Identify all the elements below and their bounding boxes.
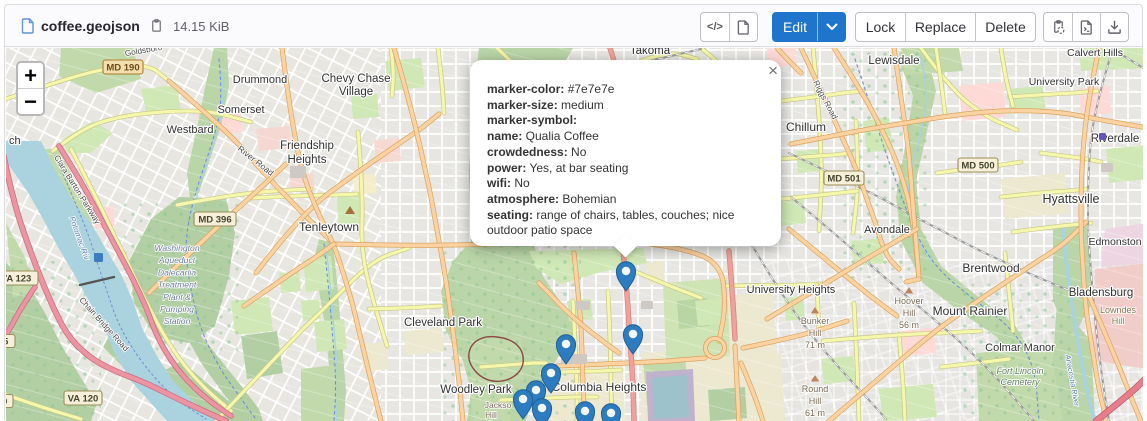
svg-text:MD 190: MD 190 (106, 62, 139, 73)
svg-text:Station: Station (164, 316, 191, 326)
svg-text:Hyattsville: Hyattsville (1043, 192, 1100, 206)
svg-text:Dalecarlia: Dalecarlia (158, 267, 196, 277)
svg-text:Bladensburg: Bladensburg (1069, 287, 1134, 299)
svg-text:Chevy Chase: Chevy Chase (321, 73, 390, 85)
svg-text:Hill: Hill (485, 410, 497, 420)
svg-text:Lewisdale: Lewisdale (868, 55, 919, 67)
svg-text:71 m: 71 m (805, 340, 825, 350)
svg-text:Columbia Heights: Columbia Heights (552, 380, 647, 394)
svg-text:Riverdale: Riverdale (1091, 133, 1140, 145)
svg-text:Fort Lincoln: Fort Lincoln (996, 366, 1043, 376)
svg-text:Bunker: Bunker (801, 316, 830, 326)
svg-text:19: 19 (6, 396, 7, 407)
svg-text:Village: Village (339, 86, 373, 98)
svg-text:University Heights: University Heights (747, 284, 836, 296)
svg-text:VA 120: VA 120 (68, 393, 99, 404)
svg-text:VA 123: VA 123 (6, 273, 31, 284)
svg-text:Round: Round (802, 384, 829, 394)
svg-text:MD 501: MD 501 (827, 173, 861, 184)
svg-text:Lowndes: Lowndes (1100, 305, 1137, 315)
svg-text:ch: ch (9, 135, 21, 147)
svg-text:Avondale: Avondale (864, 224, 910, 236)
svg-text:Heights: Heights (288, 154, 327, 166)
svg-text:MD 396: MD 396 (198, 214, 231, 225)
svg-text:Hoover: Hoover (894, 296, 923, 306)
svg-text:Takoma: Takoma (630, 48, 671, 57)
svg-text:Edmonston: Edmonston (1088, 236, 1141, 248)
svg-text:Plant &: Plant & (163, 292, 191, 302)
svg-text:Aqueduct: Aqueduct (158, 255, 196, 265)
svg-text:MD 500: MD 500 (961, 160, 994, 171)
svg-text:Jackso: Jackso (485, 400, 512, 410)
svg-text:University Park: University Park (1029, 76, 1100, 88)
svg-text:Hill: Hill (809, 328, 822, 338)
svg-text:Brentwood: Brentwood (962, 261, 1019, 275)
svg-text:Treatment: Treatment (158, 280, 197, 290)
svg-text:Mount Rainier: Mount Rainier (933, 304, 1008, 318)
svg-text:Westbard: Westbard (167, 124, 214, 136)
svg-text:Calvert Hills: Calvert Hills (1067, 48, 1123, 59)
svg-text:61 m: 61 m (805, 408, 825, 418)
svg-text:Colmar Manor: Colmar Manor (985, 342, 1055, 354)
svg-text:Hill: Hill (1112, 316, 1125, 326)
svg-text:Friendship: Friendship (280, 140, 334, 152)
svg-text:Cemetery: Cemetery (1000, 377, 1040, 387)
svg-text:Somerset: Somerset (217, 104, 264, 116)
svg-text:Washington: Washington (154, 243, 199, 253)
svg-text:Hill: Hill (903, 308, 916, 318)
svg-text:Pumping: Pumping (160, 304, 194, 314)
svg-text:Tenleytown: Tenleytown (299, 220, 359, 234)
svg-text:Hill: Hill (809, 396, 822, 406)
svg-text:Drummond: Drummond (233, 74, 287, 86)
svg-text:Chillum: Chillum (786, 120, 826, 134)
svg-text:Cleveland Park: Cleveland Park (404, 317, 482, 329)
svg-text:56 m: 56 m (899, 320, 919, 330)
svg-text:Woodley Park: Woodley Park (440, 384, 512, 396)
